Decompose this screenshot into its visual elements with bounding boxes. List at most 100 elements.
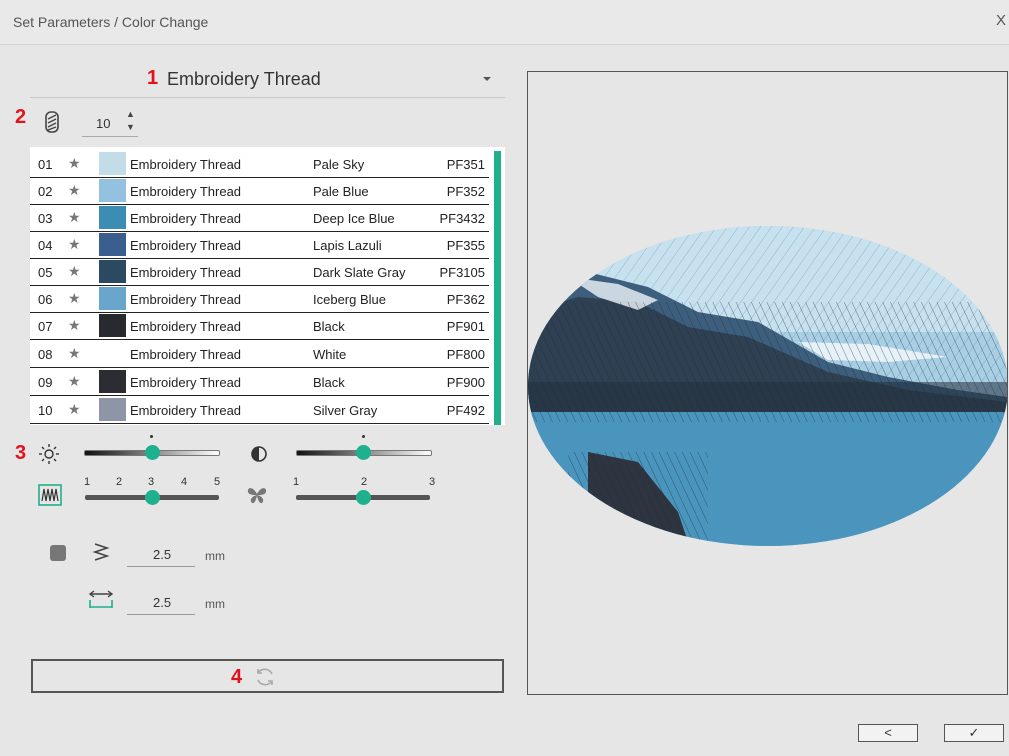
window-title: Set Parameters / Color Change [13,14,209,30]
increment-arrow-icon[interactable]: ▲ [126,110,135,119]
thread-type-value: Embroidery Thread [167,69,321,89]
zigzag-spacing-unit: mm [205,549,225,563]
thread-number: 02 [38,184,53,199]
contrast-slider-thumb[interactable] [356,445,371,460]
thread-row[interactable]: 04 ★ Embroidery Thread Lapis Lazuli PF355 [30,231,489,259]
density-tick-label: 2 [116,476,123,488]
refresh-preview-button[interactable] [31,659,504,693]
star-icon[interactable]: ★ [68,209,81,226]
stitch-width-value: 2.5 [153,595,172,610]
thread-row[interactable]: 08 ★ Embroidery Thread White PF800 [30,340,489,368]
thread-row[interactable]: 03 ★ Embroidery Thread Deep Ice Blue PF3432 [30,204,489,232]
thread-row[interactable]: 06 ★ Embroidery Thread Iceberg Blue PF362 [30,285,489,313]
thread-color-code: PF901 [446,319,485,334]
thread-color-swatch[interactable] [99,342,126,365]
star-icon[interactable]: ★ [68,236,81,253]
thread-color-name: Black [313,319,345,334]
thread-color-swatch[interactable] [99,287,126,310]
thread-number: 06 [38,292,53,307]
stitch-density-slider-thumb[interactable] [145,490,160,505]
thread-number: 05 [38,265,53,280]
stitch-settings-checkbox[interactable] [50,545,66,561]
list-scrollbar[interactable] [494,151,501,425]
thread-brand: Embroidery Thread [130,265,242,280]
thread-color-name: Iceberg Blue [313,292,386,307]
color-count-value: 10 [96,116,111,131]
zigzag-spacing-icon [92,543,110,561]
star-icon[interactable]: ★ [68,263,81,280]
thread-row[interactable]: 01 ★ Embroidery Thread Pale Sky PF351 [30,150,489,178]
thread-brand: Embroidery Thread [130,238,242,253]
thread-color-code: PF355 [446,238,485,253]
thread-brand: Embroidery Thread [130,211,242,226]
variation-tick-label: 3 [429,476,436,488]
thread-color-code: PF492 [446,403,485,418]
thread-brand: Embroidery Thread [130,157,242,172]
butterfly-icon [247,488,267,504]
thread-color-list: 01 ★ Embroidery Thread Pale Sky PF351 02 ★ Embr… [30,147,505,425]
density-tick-label: 5 [214,476,221,488]
thread-brand: Embroidery Thread [130,292,242,307]
variation-tick-label: 1 [293,476,300,488]
star-icon[interactable]: ★ [68,373,81,390]
zigzag-spacing-value: 2.5 [153,547,172,562]
thread-color-name: Black [313,375,345,390]
title-bar: Set Parameters / Color Change X [0,0,1009,45]
thread-brand: Embroidery Thread [130,403,242,418]
thread-brand: Embroidery Thread [130,375,242,390]
thread-color-name: Dark Slate Gray [313,265,406,280]
width-arrows-icon [88,590,114,608]
thread-color-swatch[interactable] [99,179,126,202]
stitch-pattern-icon [38,484,62,506]
thread-color-name: Pale Blue [313,184,369,199]
thread-color-swatch[interactable] [99,398,126,421]
thread-color-name: White [313,347,347,362]
brightness-icon [39,444,59,464]
close-button[interactable]: X [996,12,1006,29]
preview-panel [527,71,1008,695]
thread-color-swatch[interactable] [99,152,126,175]
star-icon[interactable]: ★ [68,155,81,172]
thread-type-dropdown[interactable]: Embroidery Thread [30,62,505,98]
thread-color-code: PF362 [446,292,485,307]
thread-color-swatch[interactable] [99,206,126,229]
thread-color-code: PF3432 [439,211,485,226]
color-variation-slider-thumb[interactable] [356,490,371,505]
thread-color-code: PF351 [446,157,485,172]
thread-color-swatch[interactable] [99,260,126,283]
density-tick-label: 1 [84,476,91,488]
brightness-slider-thumb[interactable] [145,445,160,460]
ok-button[interactable]: ✓ [944,724,1004,742]
density-tick-label: 4 [181,476,188,488]
thread-color-code: PF800 [446,347,485,362]
refresh-icon [257,668,273,686]
stitch-width-unit: mm [205,597,225,611]
thread-row[interactable]: 09 ★ Embroidery Thread Black PF900 [30,368,489,396]
thread-color-swatch[interactable] [99,233,126,256]
thread-number: 08 [38,347,53,362]
star-icon[interactable]: ★ [68,345,81,362]
star-icon[interactable]: ★ [68,317,81,334]
thread-number: 03 [38,211,53,226]
decrement-arrow-icon[interactable]: ▼ [126,123,135,132]
thread-row[interactable]: 05 ★ Embroidery Thread Dark Slate Gray PF310… [30,258,489,286]
thread-row[interactable]: 07 ★ Embroidery Thread Black PF901 [30,312,489,340]
star-icon[interactable]: ★ [68,182,81,199]
thread-color-swatch[interactable] [99,370,126,393]
thread-row[interactable]: 10 ★ Embroidery Thread Silver Gray PF492 [30,396,489,424]
thread-number: 04 [38,238,53,253]
thread-number: 10 [38,403,53,418]
thread-number: 01 [38,157,53,172]
back-button[interactable]: < [858,724,918,742]
star-icon[interactable]: ★ [68,290,81,307]
thread-spool-icon [45,111,59,133]
stitch-width-field[interactable]: 2.5 [127,590,195,615]
thread-color-swatch[interactable] [99,314,126,337]
star-icon[interactable]: ★ [68,401,81,418]
thread-color-name: Lapis Lazuli [313,238,382,253]
zigzag-spacing-field[interactable]: 2.5 [127,542,195,567]
thread-number: 09 [38,375,53,390]
thread-color-name: Deep Ice Blue [313,211,395,226]
thread-row[interactable]: 02 ★ Embroidery Thread Pale Blue PF352 [30,177,489,205]
thread-color-code: PF352 [446,184,485,199]
